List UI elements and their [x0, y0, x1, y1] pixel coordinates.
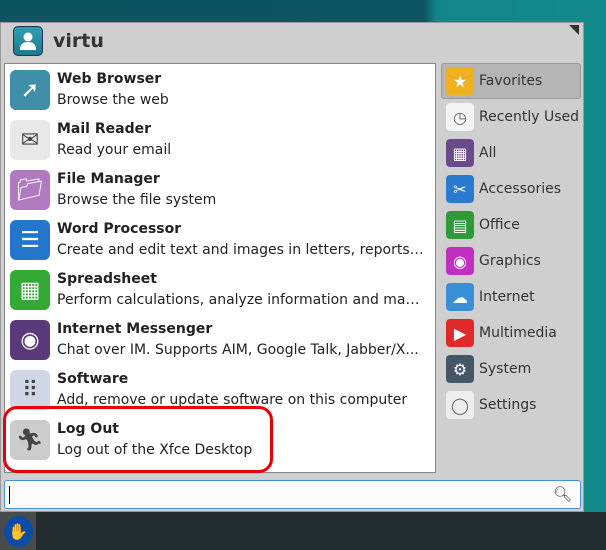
app-description: Read your email	[57, 142, 172, 158]
search-input[interactable]: 🔍︎	[4, 480, 581, 509]
app-item-mail-reader[interactable]: ✉ Mail Reader Read your email	[5, 115, 435, 165]
category-label: Settings	[479, 397, 537, 413]
app-description: Chat over IM. Supports AIM, Google Talk,…	[57, 342, 419, 358]
search-icon: 🔍︎	[552, 485, 572, 503]
app-list: ➚ Web Browser Browse the web ✉ Mail Reader Re…	[4, 63, 436, 473]
category-graphics[interactable]: ◉ Graphics	[441, 243, 581, 279]
category-accessories[interactable]: ✂ Accessories	[441, 171, 581, 207]
user-avatar-icon	[13, 26, 43, 56]
app-description: Create and edit text and images in lette…	[57, 242, 427, 258]
cloud-icon: ☁	[446, 283, 474, 311]
category-label: Graphics	[479, 253, 541, 269]
play-icon: ▶	[446, 319, 474, 347]
scissors-icon: ✂	[446, 175, 474, 203]
app-title: Mail Reader	[57, 121, 151, 137]
category-label: Accessories	[479, 181, 562, 197]
app-item-word-processor[interactable]: ☰ Word Processor Create and edit text and …	[5, 215, 435, 265]
app-title: Web Browser	[57, 71, 162, 87]
software-icon: ⠿	[10, 370, 50, 410]
category-multimedia[interactable]: ▶ Multimedia	[441, 315, 581, 351]
app-title: Software	[57, 371, 129, 387]
spreadsheet-icon: ▦	[10, 270, 50, 310]
app-description: Add, remove or update software on this c…	[57, 392, 408, 408]
taskbar: ✋	[0, 512, 606, 550]
app-item-software[interactable]: ⠿ Software Add, remove or update software …	[5, 365, 435, 415]
app-description: Browse the file system	[57, 192, 217, 208]
running-man-icon: 🏃︎	[10, 420, 50, 460]
toggle-icon: ◯	[446, 391, 474, 419]
whisker-menu: virtu ➚ Web Browser Browse the web ✉ Mail Re…	[0, 22, 584, 512]
app-title: Log Out	[57, 421, 119, 437]
applications-menu-button[interactable]: ✋	[0, 512, 36, 550]
category-list: ★ Favorites ◷ Recently Used ▦ All ✂ Accessories…	[441, 63, 581, 423]
xfce-logo-icon: ✋	[3, 515, 33, 547]
app-item-log-out[interactable]: 🏃︎ Log Out Log out of the Xfce Desktop	[5, 415, 435, 465]
star-icon: ★	[446, 67, 474, 95]
app-title: Spreadsheet	[57, 271, 157, 287]
document-icon: ☰	[10, 220, 50, 260]
user-name: virtu	[53, 30, 104, 52]
folder-icon: 📁︎	[10, 170, 50, 210]
app-title: Word Processor	[57, 221, 182, 237]
app-item-spreadsheet[interactable]: ▦ Spreadsheet Perform calculations, analyz…	[5, 265, 435, 315]
grid-icon: ▦	[446, 139, 474, 167]
app-title: File Manager	[57, 171, 160, 187]
category-favorites[interactable]: ★ Favorites	[441, 63, 581, 99]
app-item-internet-messenger[interactable]: ◉ Internet Messenger Chat over IM. Support…	[5, 315, 435, 365]
category-label: Multimedia	[479, 325, 557, 341]
app-description: Log out of the Xfce Desktop	[57, 442, 253, 458]
category-internet[interactable]: ☁ Internet	[441, 279, 581, 315]
category-label: All	[479, 145, 497, 161]
category-label: System	[479, 361, 532, 377]
compass-icon: ➚	[10, 70, 50, 110]
user-header: virtu	[13, 26, 104, 56]
app-item-file-manager[interactable]: 📁︎ File Manager Browse the file system	[5, 165, 435, 215]
category-system[interactable]: ⚙ System	[441, 351, 581, 387]
gear-icon: ⚙	[446, 355, 474, 383]
app-item-web-browser[interactable]: ➚ Web Browser Browse the web	[5, 65, 435, 115]
category-label: Favorites	[479, 73, 543, 89]
category-recently-used[interactable]: ◷ Recently Used	[441, 99, 581, 135]
category-all[interactable]: ▦ All	[441, 135, 581, 171]
category-office[interactable]: ▤ Office	[441, 207, 581, 243]
palette-icon: ◉	[446, 247, 474, 275]
text-caret	[9, 486, 10, 504]
envelope-icon: ✉	[10, 120, 50, 160]
pidgin-icon: ◉	[10, 320, 50, 360]
resize-corner[interactable]	[569, 25, 579, 35]
app-description: Perform calculations, analyze informatio…	[57, 292, 427, 308]
app-description: Browse the web	[57, 92, 169, 108]
category-label: Office	[479, 217, 520, 233]
category-label: Recently Used	[479, 109, 580, 125]
category-settings[interactable]: ◯ Settings	[441, 387, 581, 423]
office-icon: ▤	[446, 211, 474, 239]
category-label: Internet	[479, 289, 535, 305]
app-title: Internet Messenger	[57, 321, 213, 337]
clock-icon: ◷	[446, 103, 474, 131]
